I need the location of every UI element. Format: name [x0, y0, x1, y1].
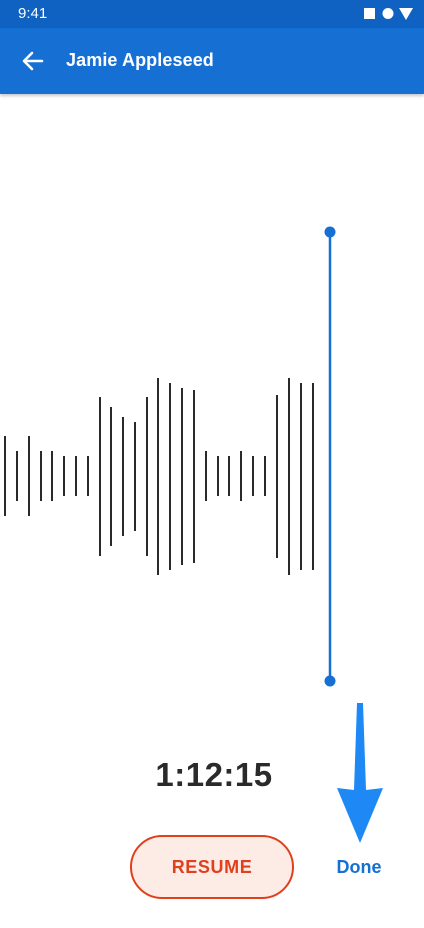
- playhead-bottom-handle: [324, 675, 336, 687]
- done-button[interactable]: Done: [326, 848, 392, 886]
- resume-button[interactable]: RESUME: [130, 835, 294, 899]
- waveform-bars: [4, 378, 314, 575]
- arrow-down-icon: [337, 703, 383, 843]
- playhead-top-handle: [324, 226, 336, 238]
